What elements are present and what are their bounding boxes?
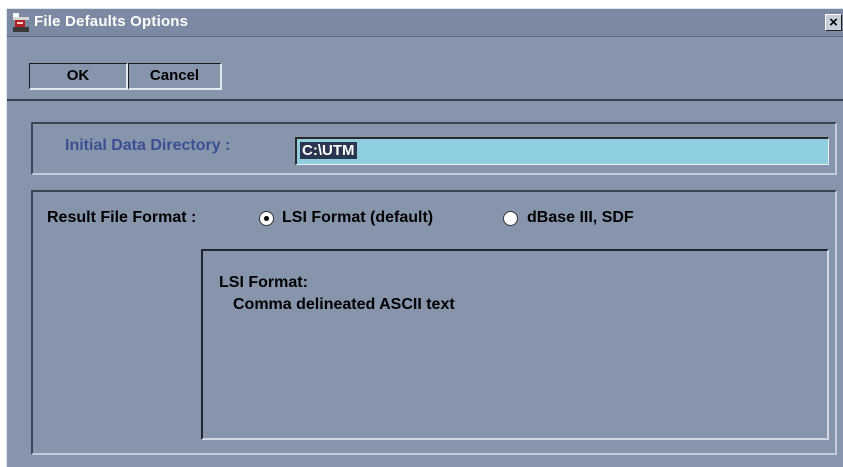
format-description-box: LSI Format: Comma delineated ASCII text	[201, 249, 829, 440]
ok-button[interactable]: OK	[29, 63, 128, 90]
result-format-label: Result File Format :	[47, 209, 197, 226]
dialog-window: File Defaults Options × OK Cancel Initia…	[6, 8, 843, 467]
format-description-text: Comma delineated ASCII text	[233, 296, 455, 313]
title-bar[interactable]: File Defaults Options ×	[7, 9, 843, 37]
dbase-format-radio[interactable]	[503, 211, 518, 226]
result-format-panel: Result File Format : LSI Format (default…	[31, 190, 837, 455]
lsi-format-radio[interactable]	[259, 211, 274, 226]
initial-directory-value: C:\UTM	[300, 142, 357, 159]
toolbar: OK Cancel	[7, 37, 843, 101]
initial-directory-input[interactable]: C:\UTM	[295, 137, 829, 165]
app-icon	[13, 13, 29, 32]
lsi-format-label[interactable]: LSI Format (default)	[282, 209, 433, 227]
cancel-button[interactable]: Cancel	[128, 63, 222, 90]
radio-selected-dot	[264, 216, 269, 221]
dbase-format-label[interactable]: dBase III, SDF	[527, 209, 634, 227]
format-description-title: LSI Format:	[219, 274, 308, 291]
directory-panel: Initial Data Directory : C:\UTM	[31, 122, 837, 175]
close-icon[interactable]: ×	[825, 14, 842, 31]
initial-directory-label: Initial Data Directory :	[65, 137, 231, 154]
window-title: File Defaults Options	[34, 13, 189, 30]
